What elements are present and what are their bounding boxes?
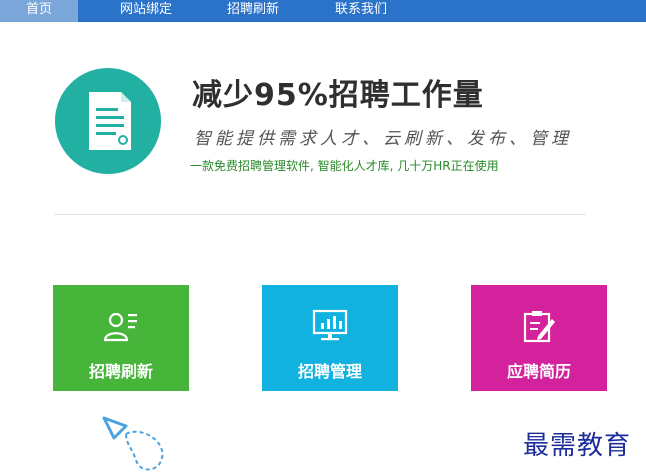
card-label: 招聘刷新: [88, 362, 153, 381]
recruit-manage-button[interactable]: 招聘管理: [262, 285, 398, 391]
tab-site-binding[interactable]: 网站绑定: [104, 0, 188, 22]
top-nav: 首页 网站绑定 招聘刷新 联系我们: [0, 0, 646, 22]
pointer-decoration: [102, 416, 164, 471]
monitor-chart-icon: [312, 309, 348, 341]
document-icon: [55, 68, 161, 174]
page-subtitle: 智能提供需求人才、云刷新、发布、管理: [194, 129, 572, 149]
watermark-text: 最需教育: [523, 431, 632, 461]
page-title: 减少95%招聘工作量: [192, 78, 484, 113]
card-label: 招聘管理: [297, 362, 362, 381]
tab-contact-us[interactable]: 联系我们: [320, 0, 402, 22]
user-list-icon: [103, 312, 137, 342]
recruit-refresh-button[interactable]: 招聘刷新: [53, 285, 189, 391]
divider: [54, 214, 586, 215]
tab-home[interactable]: 首页: [0, 0, 78, 22]
applicant-resume-button[interactable]: 应聘简历: [471, 285, 607, 391]
tagline: 一款免费招聘管理软件, 智能化人才库, 几十万HR正在使用: [190, 159, 499, 173]
card-label: 应聘简历: [506, 362, 571, 381]
tab-recruit-refresh[interactable]: 招聘刷新: [212, 0, 294, 22]
resume-edit-icon: [523, 311, 555, 343]
